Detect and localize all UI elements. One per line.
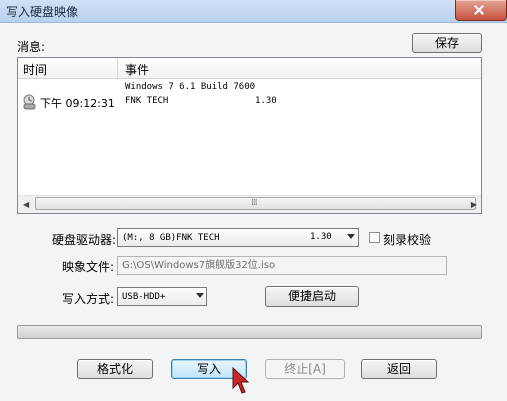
list-item-version: 1.30	[255, 96, 277, 106]
image-file-label: 映象文件:	[62, 260, 115, 274]
drive-select-value: (M:, 8 GB)FNK TECH	[122, 233, 220, 243]
horizontal-scrollbar[interactable]: ◀ ⁞⁞⁞ ▶	[18, 195, 481, 213]
image-file-field[interactable]: G:\OS\Windows7旗舰版32位.iso	[117, 256, 447, 275]
format-button[interactable]: 格式化	[77, 359, 153, 379]
column-header-event[interactable]: 事件	[125, 61, 149, 78]
drive-version: 1.30	[310, 232, 332, 242]
list-header: 时间 事件	[18, 58, 481, 79]
verify-checkbox[interactable]	[369, 232, 380, 243]
quick-boot-button[interactable]: 便捷启动	[265, 286, 359, 307]
list-item-time: 下午 09:12:31	[40, 97, 115, 110]
mouse-cursor-icon	[232, 367, 250, 394]
scroll-right-icon[interactable]: ▶	[471, 200, 477, 209]
verify-label: 刻录校验	[383, 233, 432, 247]
scrollbar-thumb[interactable]: ⁞⁞⁞	[35, 197, 476, 210]
list-item-event: FNK TECH	[125, 96, 169, 106]
scroll-left-icon[interactable]: ◀	[23, 200, 29, 209]
write-method-label: 写入方式:	[62, 292, 115, 306]
clock-user-icon	[23, 94, 36, 110]
stop-button[interactable]: 终止[A]	[265, 359, 345, 379]
back-button[interactable]: 返回	[361, 359, 437, 379]
save-button[interactable]: 保存	[412, 33, 482, 53]
message-list[interactable]: 时间 事件 Windows 7 6.1 Build 7600 下午 09:12:…	[17, 57, 482, 214]
drive-select[interactable]: (M:, 8 GB)FNK TECH 1.30	[117, 228, 359, 247]
chevron-down-icon	[196, 293, 204, 298]
write-method-value: USB-HDD+	[122, 292, 166, 302]
list-item-event: Windows 7 6.1 Build 7600	[125, 82, 256, 92]
drive-label: 硬盘驱动器:	[52, 233, 117, 247]
close-icon[interactable]	[455, 0, 507, 21]
window-title: 写入硬盘映像	[6, 5, 79, 19]
progress-bar	[17, 325, 482, 339]
chevron-down-icon	[347, 234, 355, 239]
messages-label: 消息:	[17, 40, 46, 54]
column-header-time[interactable]: 时间	[23, 61, 47, 78]
write-method-select[interactable]: USB-HDD+	[117, 287, 207, 306]
grip-icon: ⁞⁞⁞	[251, 198, 258, 208]
